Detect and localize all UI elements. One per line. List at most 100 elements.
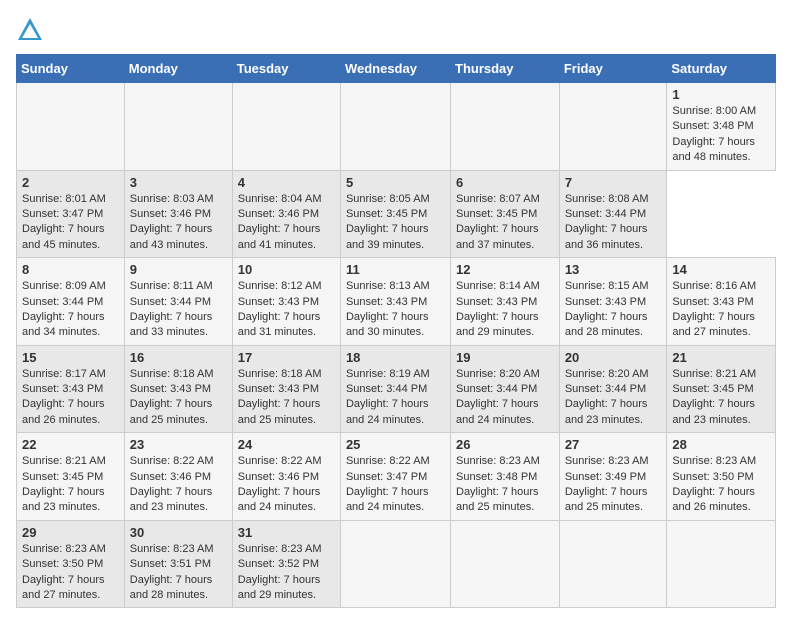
day-cell-24: 24 Sunrise: 8:22 AMSunset: 3:46 PMDaylig… <box>232 433 340 521</box>
day-info: Sunrise: 8:23 AMSunset: 3:51 PMDaylight:… <box>130 542 227 604</box>
day-info: Sunrise: 8:23 AMSunset: 3:50 PMDaylight:… <box>22 542 119 604</box>
day-info: Sunrise: 8:23 AMSunset: 3:52 PMDaylight:… <box>238 542 335 604</box>
day-cell-7: 7 Sunrise: 8:08 AMSunset: 3:44 PMDayligh… <box>559 170 667 258</box>
day-number: 28 <box>672 437 770 452</box>
day-info: Sunrise: 8:18 AMSunset: 3:43 PMDaylight:… <box>130 367 227 429</box>
day-number: 19 <box>456 350 554 365</box>
calendar-week-row: 2 Sunrise: 8:01 AMSunset: 3:47 PMDayligh… <box>17 170 776 258</box>
day-cell-22: 22 Sunrise: 8:21 AMSunset: 3:45 PMDaylig… <box>17 433 125 521</box>
day-info: Sunrise: 8:13 AMSunset: 3:43 PMDaylight:… <box>346 279 445 341</box>
day-cell-30: 30 Sunrise: 8:23 AMSunset: 3:51 PMDaylig… <box>124 520 232 608</box>
day-info: Sunrise: 8:21 AMSunset: 3:45 PMDaylight:… <box>22 454 119 516</box>
logo <box>16 16 48 44</box>
column-header-friday: Friday <box>559 55 667 83</box>
empty-day-cell <box>451 520 560 608</box>
empty-day-cell <box>340 83 450 171</box>
empty-day-cell <box>124 83 232 171</box>
day-info: Sunrise: 8:00 AMSunset: 3:48 PMDaylight:… <box>672 104 770 166</box>
day-cell-2: 2 Sunrise: 8:01 AMSunset: 3:47 PMDayligh… <box>17 170 125 258</box>
day-cell-29: 29 Sunrise: 8:23 AMSunset: 3:50 PMDaylig… <box>17 520 125 608</box>
empty-day-cell <box>451 83 560 171</box>
day-cell-15: 15 Sunrise: 8:17 AMSunset: 3:43 PMDaylig… <box>17 345 125 433</box>
day-info: Sunrise: 8:20 AMSunset: 3:44 PMDaylight:… <box>456 367 554 429</box>
column-header-monday: Monday <box>124 55 232 83</box>
day-cell-25: 25 Sunrise: 8:22 AMSunset: 3:47 PMDaylig… <box>340 433 450 521</box>
day-info: Sunrise: 8:20 AMSunset: 3:44 PMDaylight:… <box>565 367 662 429</box>
day-info: Sunrise: 8:22 AMSunset: 3:46 PMDaylight:… <box>130 454 227 516</box>
day-cell-21: 21 Sunrise: 8:21 AMSunset: 3:45 PMDaylig… <box>667 345 776 433</box>
day-number: 18 <box>346 350 445 365</box>
day-info: Sunrise: 8:23 AMSunset: 3:49 PMDaylight:… <box>565 454 662 516</box>
day-info: Sunrise: 8:22 AMSunset: 3:47 PMDaylight:… <box>346 454 445 516</box>
day-number: 31 <box>238 525 335 540</box>
day-cell-27: 27 Sunrise: 8:23 AMSunset: 3:49 PMDaylig… <box>559 433 667 521</box>
empty-day-cell <box>17 83 125 171</box>
day-number: 7 <box>565 175 662 190</box>
day-cell-20: 20 Sunrise: 8:20 AMSunset: 3:44 PMDaylig… <box>559 345 667 433</box>
day-cell-5: 5 Sunrise: 8:05 AMSunset: 3:45 PMDayligh… <box>340 170 450 258</box>
day-number: 2 <box>22 175 119 190</box>
day-cell-14: 14 Sunrise: 8:16 AMSunset: 3:43 PMDaylig… <box>667 258 776 346</box>
day-number: 4 <box>238 175 335 190</box>
day-info: Sunrise: 8:18 AMSunset: 3:43 PMDaylight:… <box>238 367 335 429</box>
day-info: Sunrise: 8:09 AMSunset: 3:44 PMDaylight:… <box>22 279 119 341</box>
day-number: 10 <box>238 262 335 277</box>
day-number: 26 <box>456 437 554 452</box>
day-info: Sunrise: 8:11 AMSunset: 3:44 PMDaylight:… <box>130 279 227 341</box>
day-cell-1: 1 Sunrise: 8:00 AMSunset: 3:48 PMDayligh… <box>667 83 776 171</box>
column-header-thursday: Thursday <box>451 55 560 83</box>
column-header-saturday: Saturday <box>667 55 776 83</box>
day-number: 24 <box>238 437 335 452</box>
day-cell-28: 28 Sunrise: 8:23 AMSunset: 3:50 PMDaylig… <box>667 433 776 521</box>
day-number: 17 <box>238 350 335 365</box>
day-info: Sunrise: 8:23 AMSunset: 3:50 PMDaylight:… <box>672 454 770 516</box>
empty-day-cell <box>667 520 776 608</box>
day-number: 3 <box>130 175 227 190</box>
day-info: Sunrise: 8:21 AMSunset: 3:45 PMDaylight:… <box>672 367 770 429</box>
day-info: Sunrise: 8:14 AMSunset: 3:43 PMDaylight:… <box>456 279 554 341</box>
empty-day-cell <box>340 520 450 608</box>
day-number: 15 <box>22 350 119 365</box>
day-number: 23 <box>130 437 227 452</box>
day-cell-10: 10 Sunrise: 8:12 AMSunset: 3:43 PMDaylig… <box>232 258 340 346</box>
day-number: 14 <box>672 262 770 277</box>
day-cell-23: 23 Sunrise: 8:22 AMSunset: 3:46 PMDaylig… <box>124 433 232 521</box>
day-info: Sunrise: 8:17 AMSunset: 3:43 PMDaylight:… <box>22 367 119 429</box>
empty-day-cell <box>559 520 667 608</box>
day-number: 16 <box>130 350 227 365</box>
day-number: 30 <box>130 525 227 540</box>
calendar-week-row: 8 Sunrise: 8:09 AMSunset: 3:44 PMDayligh… <box>17 258 776 346</box>
logo-icon <box>16 16 44 44</box>
calendar-header-row: SundayMondayTuesdayWednesdayThursdayFrid… <box>17 55 776 83</box>
day-info: Sunrise: 8:03 AMSunset: 3:46 PMDaylight:… <box>130 192 227 254</box>
day-cell-18: 18 Sunrise: 8:19 AMSunset: 3:44 PMDaylig… <box>340 345 450 433</box>
calendar-week-row: 1 Sunrise: 8:00 AMSunset: 3:48 PMDayligh… <box>17 83 776 171</box>
day-number: 22 <box>22 437 119 452</box>
day-info: Sunrise: 8:15 AMSunset: 3:43 PMDaylight:… <box>565 279 662 341</box>
day-info: Sunrise: 8:12 AMSunset: 3:43 PMDaylight:… <box>238 279 335 341</box>
day-cell-8: 8 Sunrise: 8:09 AMSunset: 3:44 PMDayligh… <box>17 258 125 346</box>
day-number: 8 <box>22 262 119 277</box>
day-cell-19: 19 Sunrise: 8:20 AMSunset: 3:44 PMDaylig… <box>451 345 560 433</box>
day-number: 21 <box>672 350 770 365</box>
column-header-wednesday: Wednesday <box>340 55 450 83</box>
day-cell-16: 16 Sunrise: 8:18 AMSunset: 3:43 PMDaylig… <box>124 345 232 433</box>
day-cell-4: 4 Sunrise: 8:04 AMSunset: 3:46 PMDayligh… <box>232 170 340 258</box>
calendar-week-row: 29 Sunrise: 8:23 AMSunset: 3:50 PMDaylig… <box>17 520 776 608</box>
day-cell-12: 12 Sunrise: 8:14 AMSunset: 3:43 PMDaylig… <box>451 258 560 346</box>
day-number: 11 <box>346 262 445 277</box>
day-number: 29 <box>22 525 119 540</box>
day-cell-13: 13 Sunrise: 8:15 AMSunset: 3:43 PMDaylig… <box>559 258 667 346</box>
day-number: 5 <box>346 175 445 190</box>
day-cell-26: 26 Sunrise: 8:23 AMSunset: 3:48 PMDaylig… <box>451 433 560 521</box>
page-header <box>16 16 776 44</box>
day-cell-11: 11 Sunrise: 8:13 AMSunset: 3:43 PMDaylig… <box>340 258 450 346</box>
day-cell-9: 9 Sunrise: 8:11 AMSunset: 3:44 PMDayligh… <box>124 258 232 346</box>
day-info: Sunrise: 8:01 AMSunset: 3:47 PMDaylight:… <box>22 192 119 254</box>
day-number: 13 <box>565 262 662 277</box>
day-number: 20 <box>565 350 662 365</box>
day-number: 9 <box>130 262 227 277</box>
calendar-table: SundayMondayTuesdayWednesdayThursdayFrid… <box>16 54 776 608</box>
day-number: 25 <box>346 437 445 452</box>
day-number: 12 <box>456 262 554 277</box>
